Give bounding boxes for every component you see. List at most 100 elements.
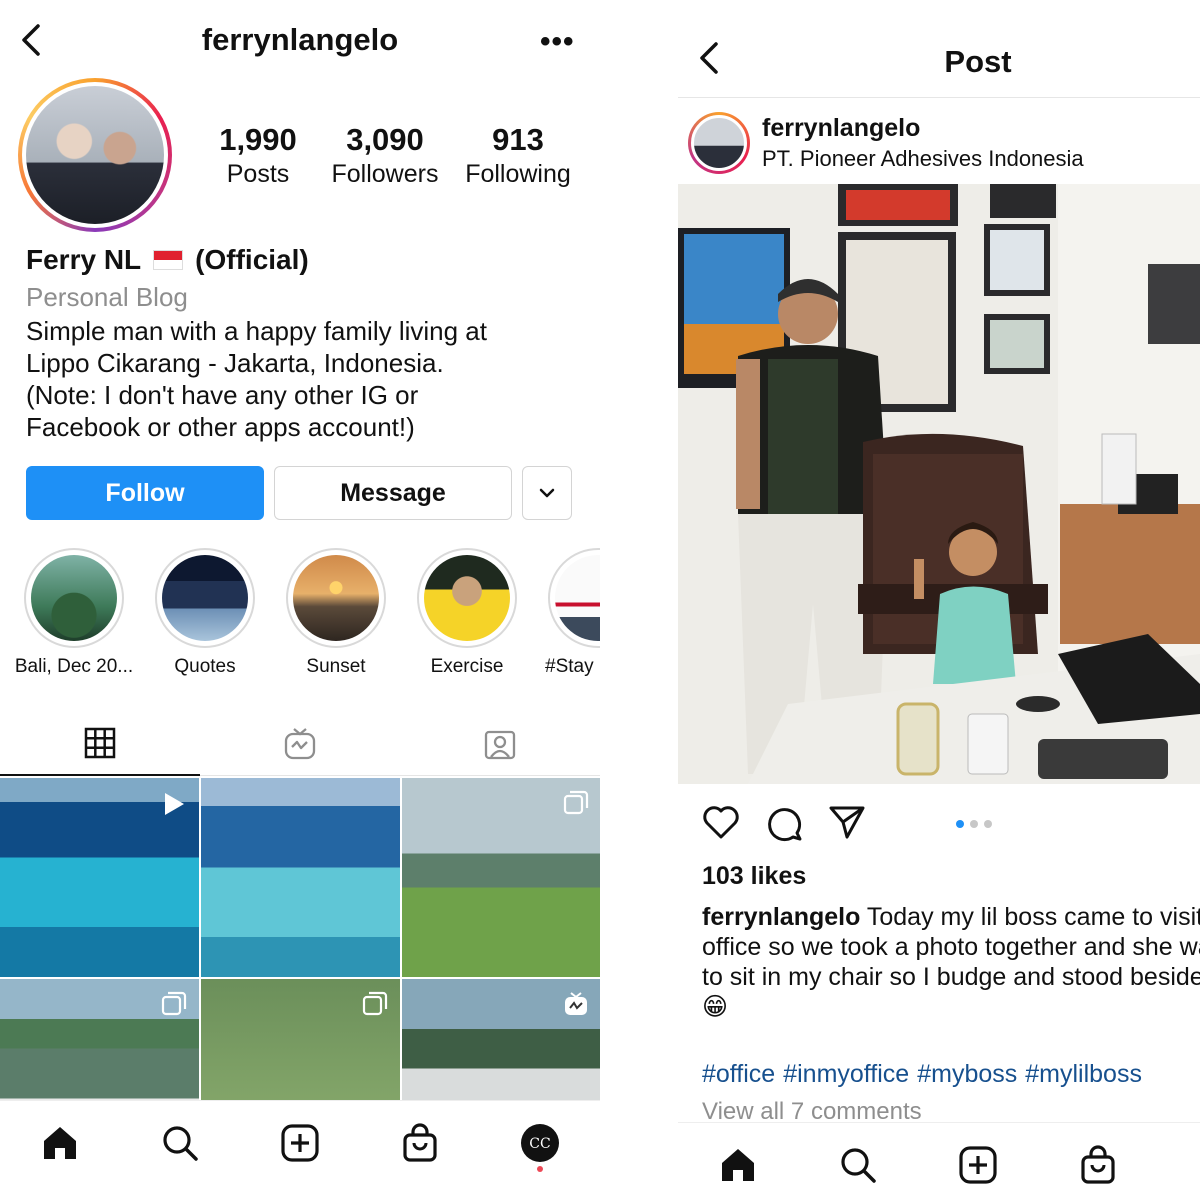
comment-button[interactable] — [766, 804, 804, 847]
nav-home[interactable] — [716, 1143, 760, 1187]
follow-button[interactable]: Follow — [26, 466, 264, 520]
profile-actions: Follow Message — [26, 466, 578, 520]
more-options-button[interactable]: ••• — [540, 25, 575, 59]
bio-text: Simple man with a happy family living at… — [26, 316, 487, 442]
tab-tagged[interactable] — [400, 712, 600, 776]
following-count[interactable]: 913 Following — [454, 122, 582, 189]
tab-grid[interactable] — [0, 712, 200, 776]
profile-username-title: ferrynlangelo — [201, 22, 399, 57]
new-post-icon — [281, 1124, 319, 1162]
profile-bio: Ferry NL (Official) Personal Blog Simple… — [26, 244, 586, 443]
highlight-stay[interactable]: #Stay — [533, 548, 600, 678]
carousel-icon — [563, 790, 589, 815]
profile-avatar[interactable] — [18, 78, 172, 232]
notification-dot — [537, 1166, 543, 1172]
highlight-label: Bali, Dec 20... — [14, 656, 134, 677]
avatar-photo — [26, 86, 164, 224]
nav-home[interactable] — [38, 1121, 82, 1165]
posts-count[interactable]: 1,990 Posts — [200, 122, 316, 189]
post-photo-scene — [678, 184, 1200, 784]
message-button[interactable]: Message — [274, 466, 512, 520]
like-button[interactable] — [702, 804, 740, 845]
post-header: Post — [678, 0, 1200, 98]
highlight-bali-image — [31, 555, 117, 641]
new-post-icon — [959, 1146, 997, 1184]
post-author-username[interactable]: ferrynlangelo — [762, 114, 920, 143]
highlight-sunset-image — [293, 555, 379, 641]
post-screen: Post ferrynlangelo PT. Pioneer Adhesives… — [678, 0, 1200, 1200]
highlight-label: Sunset — [306, 656, 366, 677]
chevron-down-icon — [539, 488, 555, 498]
svg-text:CC: CC — [529, 1136, 550, 1152]
profile-bottom-nav: CC — [0, 1100, 600, 1200]
profile-header: ferrynlangelo ••• — [0, 0, 600, 82]
nav-new-post[interactable] — [278, 1121, 322, 1165]
profile-category: Personal Blog — [26, 282, 188, 312]
highlight-label: Exercise — [430, 656, 504, 677]
nav-search[interactable] — [158, 1121, 202, 1165]
highlight-sunset[interactable]: Sunset — [271, 548, 401, 678]
post-location[interactable]: PT. Pioneer Adhesives Indonesia — [762, 146, 1084, 172]
post-author-avatar[interactable] — [688, 112, 750, 174]
share-button[interactable] — [828, 804, 866, 845]
home-icon — [44, 1127, 76, 1159]
profile-stats: 1,990 Posts 3,090 Followers 913 Followin… — [200, 122, 590, 189]
display-name: Ferry NL (Official) — [26, 244, 586, 276]
grid-post[interactable] — [0, 778, 199, 977]
highlight-quotes-image — [162, 555, 248, 641]
highlight-label: #Stay — [545, 656, 594, 677]
followers-count[interactable]: 3,090 Followers — [316, 122, 454, 189]
nav-shop[interactable] — [1076, 1143, 1120, 1187]
tagged-icon — [484, 730, 516, 760]
carousel-dot — [970, 820, 978, 828]
carousel-dot — [956, 820, 964, 828]
posts-number: 1,990 — [219, 122, 297, 157]
hashtag-link[interactable]: #inmyoffice — [783, 1060, 909, 1088]
igtv-badge-icon — [565, 992, 587, 1015]
nav-new-post[interactable] — [956, 1143, 1000, 1187]
share-icon — [829, 806, 865, 839]
highlight-quotes[interactable]: Quotes — [140, 548, 270, 678]
tab-igtv[interactable] — [200, 712, 400, 776]
shop-icon — [1081, 1145, 1115, 1184]
post-image[interactable] — [678, 184, 1200, 784]
carousel-indicator — [956, 820, 992, 828]
view-comments-link[interactable]: View all 7 comments — [702, 1098, 922, 1122]
highlight-label: Quotes — [174, 656, 236, 677]
profile-avatar-icon: CC — [521, 1124, 559, 1162]
suggested-dropdown-button[interactable] — [522, 466, 572, 520]
highlight-exercise-image — [424, 555, 510, 641]
highlight-bali[interactable]: Bali, Dec 20... — [9, 548, 139, 678]
grid-icon — [84, 727, 116, 759]
like-icon — [703, 806, 739, 839]
nav-search[interactable] — [836, 1143, 880, 1187]
igtv-icon — [284, 728, 316, 760]
post-actions — [678, 800, 1200, 850]
highlight-exercise[interactable]: Exercise — [402, 548, 532, 678]
grid-post[interactable] — [402, 778, 600, 977]
nav-profile[interactable]: CC — [518, 1121, 562, 1165]
post-hashtags: #office #inmyoffice #myboss #mylilboss — [702, 1060, 1150, 1089]
indonesia-flag-icon — [153, 250, 184, 270]
display-name-suffix: (Official) — [195, 244, 309, 275]
home-icon — [722, 1149, 754, 1181]
hashtag-link[interactable]: #myboss — [917, 1060, 1017, 1088]
following-number: 913 — [492, 122, 544, 157]
nav-shop[interactable] — [398, 1121, 442, 1165]
post-bottom-nav — [678, 1122, 1200, 1200]
grid-post[interactable] — [201, 778, 400, 977]
comment-icon — [768, 808, 802, 842]
story-highlights: Bali, Dec 20... Quotes Sunset Exercise #… — [0, 548, 600, 688]
carousel-icon — [161, 991, 187, 1016]
profile-tabs — [0, 712, 600, 776]
hashtag-link[interactable]: #office — [702, 1060, 775, 1088]
profile-screen: ferrynlangelo ••• 1,990 Posts 3,090 Foll… — [0, 0, 600, 1200]
post-title: Post — [944, 44, 1012, 79]
search-icon — [841, 1148, 876, 1183]
hashtag-link[interactable]: #mylilboss — [1025, 1060, 1142, 1088]
post-author: ferrynlangelo PT. Pioneer Adhesives Indo… — [678, 100, 1200, 182]
followers-label: Followers — [331, 160, 439, 188]
search-icon — [163, 1126, 198, 1161]
likes-count[interactable]: 103 likes — [702, 862, 806, 891]
caption-username[interactable]: ferrynlangelo — [702, 903, 860, 931]
